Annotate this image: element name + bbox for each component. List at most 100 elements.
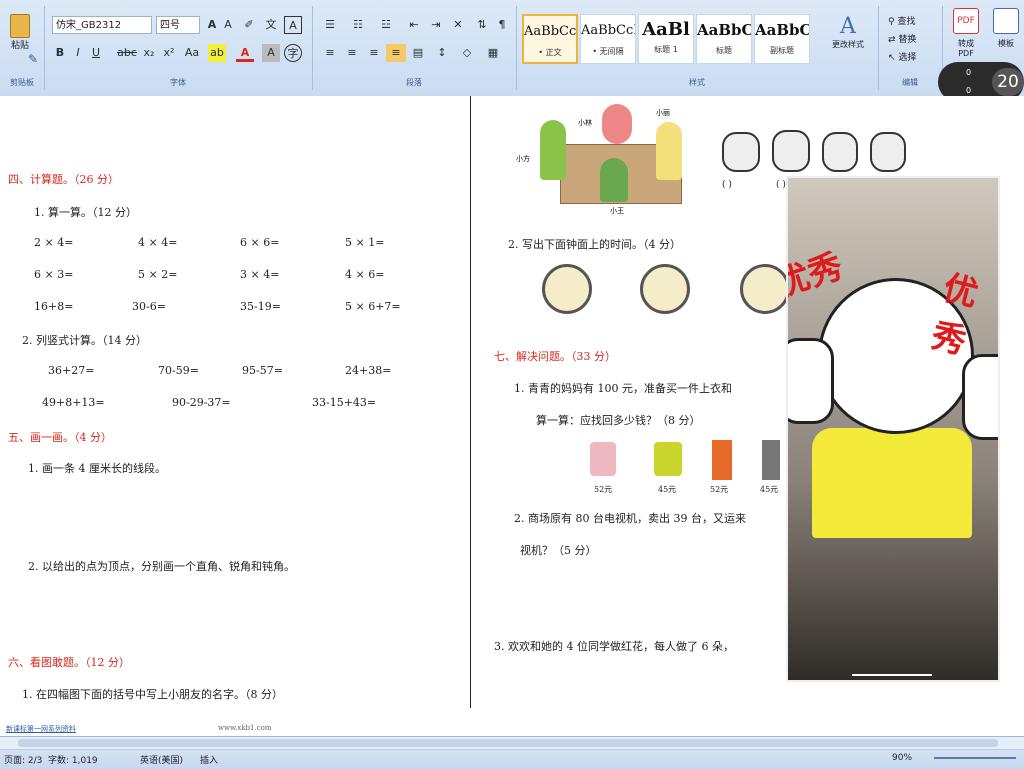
change-styles-button[interactable]: A 更改样式 <box>822 14 874 70</box>
font-name-select[interactable]: 仿宋_GB2312 <box>52 16 152 34</box>
font-group-label: 字体 <box>170 78 186 87</box>
borders-button[interactable]: ▦ <box>482 44 504 62</box>
vert-r1-4: 24+38= <box>345 364 392 377</box>
label-xiaofang: 小方 <box>516 155 530 163</box>
price-4: 45元 <box>760 485 779 494</box>
paragraph-group-label: 段落 <box>406 78 422 87</box>
solve-q3: 3. 欢欢和她的 4 位同学做红花，每人做了 6 朵， <box>494 640 734 653</box>
vert-r1-3: 95-57= <box>242 364 283 377</box>
pants-gray-image <box>762 440 780 480</box>
status-language[interactable]: 英语(美国) <box>140 753 183 766</box>
justify-button[interactable]: ≡ <box>386 44 406 62</box>
subscript-button[interactable]: x₂ <box>140 44 158 62</box>
child-right <box>656 122 682 180</box>
highlight-button[interactable]: ab <box>208 44 226 62</box>
format-painter-icon[interactable]: ✎ <box>28 52 38 66</box>
paragraph-shading-button[interactable]: ◇ <box>456 44 478 62</box>
decrease-indent-button[interactable]: ⇤ <box>404 16 424 34</box>
style-heading1[interactable]: AaBl 标题 1 <box>638 14 694 64</box>
change-styles-icon: A <box>840 14 856 39</box>
calc-r3-1: 16+8= <box>34 300 74 313</box>
show-marks-button[interactable]: ¶ <box>494 16 510 34</box>
template-button[interactable]: 模板 <box>988 8 1024 64</box>
sticker-hand-left <box>788 338 834 424</box>
strikethrough-button[interactable]: abc <box>116 44 138 62</box>
horizontal-scrollbar[interactable] <box>0 737 1024 750</box>
clipboard-icon <box>10 14 30 38</box>
char-border-button[interactable]: A <box>284 16 302 34</box>
webcam-overlay[interactable]: 优秀 优秀 <box>786 176 1000 682</box>
price-3: 52元 <box>710 485 729 494</box>
dog-1 <box>722 132 760 172</box>
phonetic-guide-button[interactable]: 文 <box>262 16 280 34</box>
calc-r2-4: 4 × 6= <box>345 268 385 281</box>
section-6-heading: 六、看图敢题。（12 分） <box>8 656 130 669</box>
picture-q1: 1. 在四幅图下面的括号中写上小朋友的名字。（8 分） <box>22 688 283 701</box>
style-title[interactable]: AaBbC 标题 <box>696 14 752 64</box>
style-no-spacing[interactable]: AaBbCcI • 无间隔 <box>580 14 636 64</box>
status-words[interactable]: 字数: 1,019 <box>48 753 98 766</box>
increase-indent-button[interactable]: ⇥ <box>426 16 446 34</box>
section-4-heading: 四、计算题。（26 分） <box>8 173 119 186</box>
status-zoom[interactable]: 90% <box>892 753 912 763</box>
grow-font-button[interactable]: A <box>204 16 220 34</box>
find-button[interactable]: ⚲ 查找 <box>888 14 915 27</box>
align-left-button[interactable]: ≡ <box>320 44 340 62</box>
multilevel-list-button[interactable]: ☳ <box>376 16 396 34</box>
distributed-button[interactable]: ▤ <box>408 44 428 62</box>
calc-r3-3: 35-19= <box>240 300 281 313</box>
paste-button[interactable]: 粘贴 <box>2 14 38 54</box>
font-color-button[interactable]: A <box>236 44 254 62</box>
line-spacing-button[interactable]: ↕ <box>432 44 452 62</box>
solve-q1-sub: 算一算：应找回多少钱？（8 分） <box>536 414 701 427</box>
vert-r2-2: 90-29-37= <box>172 396 231 409</box>
bullets-button[interactable]: ☰ <box>320 16 340 34</box>
vert-r2-1: 49+8+13= <box>42 396 105 409</box>
style-subtitle[interactable]: AaBbC 副标题 <box>754 14 810 64</box>
timer-small-1: 0 <box>966 68 972 77</box>
underline-button[interactable]: U <box>88 44 104 62</box>
clear-format-button[interactable]: ✐ <box>240 16 258 34</box>
label-xiaowang: 小王 <box>610 207 624 215</box>
style-normal[interactable]: AaBbCcI • 正文 <box>522 14 578 64</box>
select-button[interactable]: ↖ 选择 <box>888 50 916 63</box>
sort-button[interactable]: ⇅ <box>472 16 492 34</box>
font-size-select[interactable]: 四号 <box>156 16 200 34</box>
dog-4 <box>870 132 906 172</box>
numbering-button[interactable]: ☷ <box>348 16 368 34</box>
cursor-icon: ↖ <box>888 53 896 63</box>
clock-3 <box>740 264 790 314</box>
children-table-illustration: 小林 小丽 小方 小王 <box>516 104 700 215</box>
bold-button[interactable]: B <box>52 44 68 62</box>
price-1: 52元 <box>594 485 613 494</box>
footer-mid: www.xkb1.com <box>218 724 272 732</box>
enclose-char-button[interactable]: 字 <box>284 44 302 62</box>
asian-layout-button[interactable]: ✕ <box>448 16 468 34</box>
calc-r2-2: 5 × 2= <box>138 268 178 281</box>
zoom-slider[interactable] <box>934 757 1016 759</box>
sticker-body <box>812 428 972 538</box>
scroll-thumb[interactable] <box>18 739 998 747</box>
shrink-font-button[interactable]: A <box>220 16 236 34</box>
align-center-button[interactable]: ≡ <box>342 44 362 62</box>
shading-button[interactable]: A <box>262 44 280 62</box>
template-icon <box>993 8 1019 34</box>
align-right-button[interactable]: ≡ <box>364 44 384 62</box>
timer-small-2: 0 <box>966 86 972 95</box>
replace-button[interactable]: ⇄ 替换 <box>888 32 916 45</box>
question-2: 2. 列竖式计算。（14 分） <box>22 334 147 347</box>
calc-r3-2: 30-6= <box>132 300 166 313</box>
change-case-button[interactable]: Aa <box>182 44 202 62</box>
status-page[interactable]: 页面: 2/3 <box>4 753 42 766</box>
calc-r2-1: 6 × 3= <box>34 268 74 281</box>
paragraph-group: ☰ ☷ ☳ ⇤ ⇥ ✕ ⇅ ¶ ≡ ≡ ≡ ≡ ▤ ↕ ◇ ▦ 段落 <box>312 6 517 90</box>
dog-3 <box>822 132 858 172</box>
convert-pdf-button[interactable]: PDF 转成PDF <box>946 8 986 64</box>
calc-r1-1: 2 × 4= <box>34 236 74 249</box>
styles-group: AaBbCcI • 正文 AaBbCcI • 无间隔 AaBl 标题 1 AaB… <box>516 6 879 90</box>
status-mode[interactable]: 插入 <box>200 753 218 766</box>
clock-1 <box>542 264 592 314</box>
superscript-button[interactable]: x² <box>160 44 178 62</box>
italic-button[interactable]: I <box>70 44 86 62</box>
footer-left[interactable]: 新课标第一网系列资料 <box>6 724 76 734</box>
